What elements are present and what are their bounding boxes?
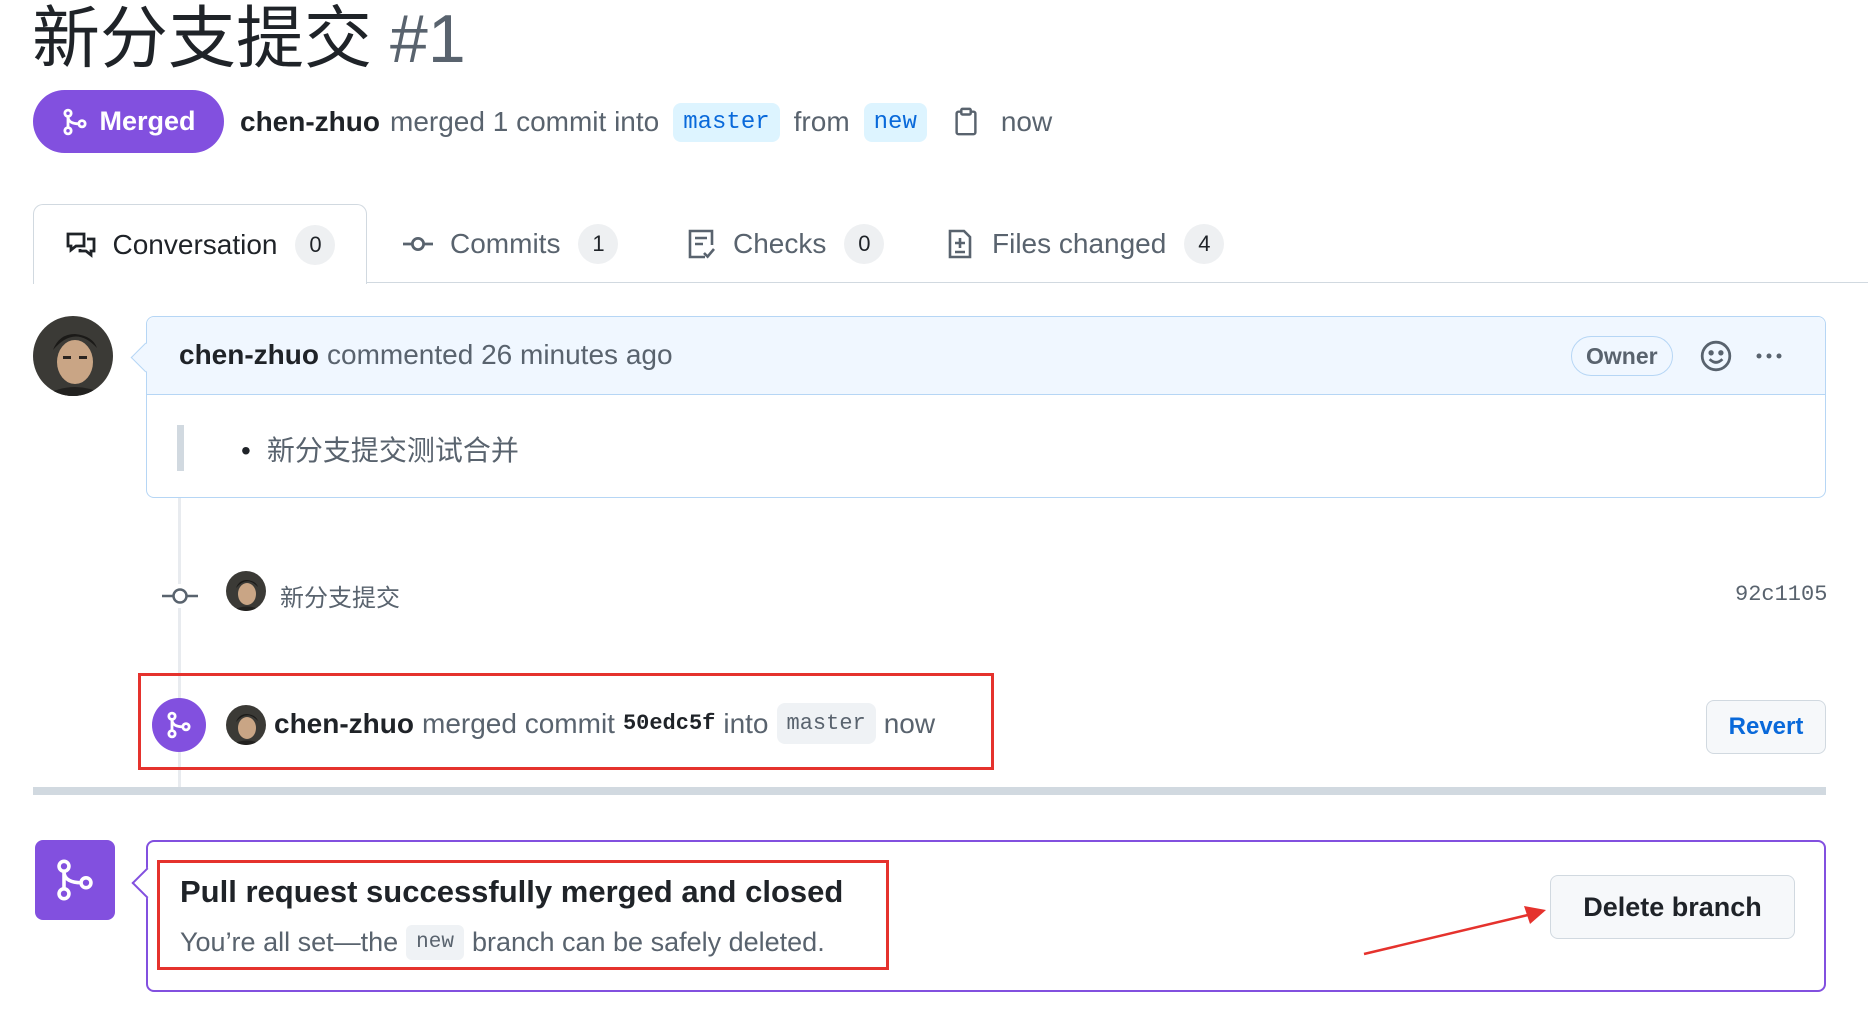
- merge-status-heading: Pull request successfully merged and clo…: [180, 874, 844, 909]
- git-commit-icon: [162, 584, 198, 608]
- merge-event-time[interactable]: now: [884, 708, 935, 740]
- tab-conversation-count: 0: [295, 224, 336, 265]
- merge-commit-sha-link[interactable]: 50edc5f: [623, 711, 715, 736]
- comment-author-link[interactable]: chen-zhuo: [179, 339, 319, 370]
- pr-meta-time: now: [1000, 106, 1053, 137]
- tab-files-changed-label: Files changed: [992, 228, 1167, 259]
- tab-files-changed[interactable]: Files changed 4: [944, 205, 1225, 283]
- pr-meta-text1: merged 1 commit into: [390, 106, 660, 137]
- blockquote-bar: [177, 425, 184, 471]
- pr-author-link[interactable]: chen-zhuo: [240, 106, 380, 138]
- tab-checks-count: 0: [844, 224, 885, 264]
- comment-list-item: 新分支提交测试合并: [241, 429, 519, 469]
- avatar-portrait: [226, 705, 266, 745]
- delete-branch-button[interactable]: Delete branch: [1550, 875, 1795, 939]
- comment-discussion-icon: [66, 232, 95, 258]
- merge-author-avatar[interactable]: [226, 705, 266, 745]
- file-diff-icon: [948, 229, 972, 259]
- kebab-horizontal-icon[interactable]: [1751, 339, 1787, 373]
- comment-card: chen-zhuo commented 26 minutes ago Owner …: [146, 316, 1826, 498]
- tab-commits-count: 1: [578, 224, 619, 264]
- merge-author-link[interactable]: chen-zhuo: [274, 708, 414, 740]
- author-avatar[interactable]: [33, 316, 113, 396]
- comment-header-text: chen-zhuo commented 26 minutes ago: [179, 339, 673, 371]
- comment-action[interactable]: commented 26 minutes ago: [327, 339, 673, 370]
- pr-number: #1: [390, 1, 466, 77]
- git-merge-icon: [57, 859, 93, 901]
- avatar-portrait: [33, 316, 113, 396]
- base-branch-link[interactable]: master: [673, 102, 780, 142]
- git-merge-icon: [63, 108, 88, 135]
- merged-status-label: Merged: [99, 106, 196, 136]
- merge-event-text1: merged commit: [422, 707, 615, 739]
- tab-conversation[interactable]: Conversation 0: [33, 204, 367, 284]
- copy-icon[interactable]: [951, 107, 981, 137]
- tab-commits-label: Commits: [450, 228, 561, 259]
- checklist-icon: [688, 229, 715, 259]
- git-merge-icon: [167, 711, 191, 739]
- pr-meta-line: chen-zhuo merged 1 commit into master fr…: [240, 97, 1052, 147]
- pr-title-text: 新分支提交: [32, 1, 373, 77]
- merge-sub-prefix: You’re all set—the: [180, 927, 399, 957]
- tab-conversation-label: Conversation: [112, 228, 278, 260]
- merge-status-subtext: You’re all set—the new branch can be saf…: [180, 925, 825, 960]
- commit-message-link[interactable]: 新分支提交: [280, 578, 400, 613]
- tab-commits[interactable]: Commits 1: [402, 205, 619, 283]
- merge-sub-suffix: branch can be safely deleted.: [471, 927, 825, 957]
- commit-sha-link[interactable]: 92c1105: [1735, 582, 1827, 607]
- avatar-portrait: [226, 571, 266, 611]
- commit-author-avatar[interactable]: [226, 571, 266, 611]
- timeline-end-rule: [33, 787, 1826, 795]
- revert-button[interactable]: Revert: [1706, 700, 1826, 754]
- merge-sub-branch: new: [406, 925, 464, 960]
- annotation-arrow-icon: [1363, 906, 1546, 956]
- tab-files-changed-count: 4: [1184, 224, 1225, 264]
- merge-event-badge: [152, 698, 206, 752]
- tab-checks[interactable]: Checks 0: [685, 205, 885, 283]
- merge-event-text2: into: [723, 707, 769, 739]
- owner-badge: Owner: [1571, 336, 1673, 376]
- pr-title: 新分支提交 #1: [32, 0, 466, 78]
- comment-header: chen-zhuo commented 26 minutes ago Owner: [147, 317, 1825, 395]
- tab-checks-label: Checks: [733, 228, 827, 259]
- merged-status-badge: Merged: [33, 90, 224, 153]
- pr-meta-text2: from: [793, 106, 850, 137]
- merge-target-branch[interactable]: master: [776, 703, 876, 744]
- smiley-icon[interactable]: [1699, 339, 1733, 373]
- merge-event-text: chen-zhuo merged commit 50edc5f into mas…: [274, 703, 935, 744]
- merged-state-icon: [35, 840, 115, 920]
- git-commit-icon: [403, 236, 433, 251]
- head-branch-link[interactable]: new: [863, 102, 927, 142]
